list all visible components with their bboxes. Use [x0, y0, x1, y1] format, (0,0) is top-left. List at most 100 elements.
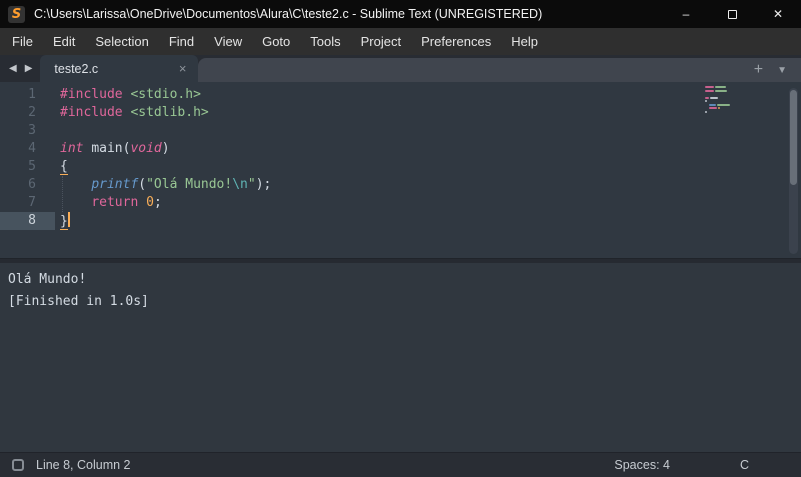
maximize-icon: [728, 10, 737, 19]
code-token: <stdio.h>: [130, 87, 200, 102]
minimap-mark: [705, 86, 714, 88]
syntax-mode[interactable]: C: [740, 458, 749, 472]
minimap-mark: [718, 107, 720, 109]
minimap-mark: [715, 86, 726, 88]
indent-setting[interactable]: Spaces: 4: [614, 458, 670, 472]
code-token: int: [60, 141, 83, 156]
menu-item-edit[interactable]: Edit: [43, 30, 85, 53]
code-token: );: [256, 177, 272, 192]
menu-item-project[interactable]: Project: [351, 30, 411, 53]
code-line[interactable]: 6 printf("Olá Mundo!\n");: [0, 176, 801, 194]
text-caret: [68, 212, 70, 227]
minimap[interactable]: [705, 86, 743, 114]
minimize-button[interactable]: –: [663, 0, 709, 28]
scrollbar-thumb[interactable]: [790, 90, 797, 185]
line-code: {: [55, 158, 68, 176]
code-token: ;: [154, 195, 162, 210]
tab-nav-arrows: ◀ ▶: [0, 55, 40, 82]
code-line[interactable]: 4int main(void): [0, 140, 801, 158]
menu-item-tools[interactable]: Tools: [300, 30, 350, 53]
indent-guide: [62, 176, 63, 212]
tab-overflow-icon[interactable]: ▼: [777, 65, 787, 76]
close-icon: ✕: [773, 7, 783, 21]
code-token: [138, 195, 146, 210]
code-token: \n: [232, 177, 248, 192]
minimap-row: [705, 86, 743, 88]
code-line[interactable]: 7 return 0;: [0, 194, 801, 212]
minimap-row: [705, 93, 743, 95]
line-number: 6: [0, 176, 55, 194]
line-number: 7: [0, 194, 55, 212]
status-bar: Line 8, Column 2 Spaces: 4 C: [0, 452, 801, 477]
menu-item-preferences[interactable]: Preferences: [411, 30, 501, 53]
menu-item-selection[interactable]: Selection: [85, 30, 158, 53]
sublime-logo-icon: S: [8, 6, 25, 23]
line-code: return 0;: [55, 194, 162, 212]
code-line[interactable]: 1#include <stdio.h>: [0, 86, 801, 104]
scrollbar-track[interactable]: [789, 88, 798, 254]
line-number: 5: [0, 158, 55, 176]
code-token: <stdlib.h>: [130, 105, 208, 120]
menu-item-view[interactable]: View: [204, 30, 252, 53]
code-lines: 1#include <stdio.h>2#include <stdlib.h>3…: [0, 82, 801, 230]
back-icon[interactable]: ◀: [7, 61, 19, 76]
title-bar: S C:\Users\Larissa\OneDrive\Documentos\A…: [0, 0, 801, 28]
code-line[interactable]: 8}: [0, 212, 801, 230]
code-token: main: [91, 141, 122, 156]
menu-item-goto[interactable]: Goto: [252, 30, 300, 53]
menu-item-help[interactable]: Help: [501, 30, 548, 53]
line-number: 2: [0, 104, 55, 122]
code-token: [60, 195, 91, 210]
minimap-row: [705, 97, 743, 99]
minimap-row: [705, 100, 743, 102]
editor-pane[interactable]: 1#include <stdio.h>2#include <stdlib.h>3…: [0, 82, 801, 258]
line-number: 4: [0, 140, 55, 158]
line-code: #include <stdio.h>: [55, 86, 201, 104]
minimap-mark: [717, 104, 730, 106]
tab-bar-fill: + ▼: [198, 58, 801, 82]
code-token: void: [130, 141, 161, 156]
code-token: #include: [60, 105, 130, 120]
minimap-mark: [710, 97, 718, 99]
line-code: #include <stdlib.h>: [55, 104, 209, 122]
tab-close-icon[interactable]: ×: [177, 61, 189, 76]
menu-item-file[interactable]: File: [2, 30, 43, 53]
menu-item-find[interactable]: Find: [159, 30, 204, 53]
minimap-row: [705, 111, 743, 113]
code-token: #include: [60, 87, 130, 102]
minimap-mark: [705, 100, 707, 102]
tab-teste2c[interactable]: teste2.c ×: [40, 55, 198, 82]
minimize-icon: –: [683, 7, 690, 21]
code-token: [60, 177, 91, 192]
code-token: printf: [91, 177, 138, 192]
minimap-mark: [709, 104, 716, 106]
line-number: 1: [0, 86, 55, 104]
menu-bar: FileEditSelectionFindViewGotoToolsProjec…: [0, 28, 801, 55]
output-line: [Finished in 1.0s]: [8, 291, 801, 313]
maximize-button[interactable]: [709, 0, 755, 28]
window-controls: – ✕: [663, 0, 801, 28]
minimap-row: [705, 104, 743, 106]
code-token: ": [248, 177, 256, 192]
code-token: }: [60, 214, 68, 230]
tab-bar: ◀ ▶ teste2.c × + ▼: [0, 55, 801, 82]
minimap-mark: [705, 90, 714, 92]
minimap-row: [705, 107, 743, 109]
minimap-mark: [715, 90, 727, 92]
code-token: {: [60, 159, 68, 175]
code-line[interactable]: 2#include <stdlib.h>: [0, 104, 801, 122]
status-square-icon[interactable]: [12, 459, 24, 471]
output-line: Olá Mundo!: [8, 269, 801, 291]
build-output-panel[interactable]: Olá Mundo![Finished in 1.0s]: [0, 263, 801, 452]
close-button[interactable]: ✕: [755, 0, 801, 28]
code-line[interactable]: 3: [0, 122, 801, 140]
new-tab-button[interactable]: +: [754, 62, 763, 78]
forward-icon[interactable]: ▶: [23, 61, 35, 76]
minimap-mark: [705, 111, 707, 113]
code-token: return: [91, 195, 138, 210]
code-line[interactable]: 5{: [0, 158, 801, 176]
cursor-position: Line 8, Column 2: [36, 458, 614, 472]
line-code: int main(void): [55, 140, 170, 158]
minimap-mark: [709, 107, 717, 109]
line-number: 3: [0, 122, 55, 140]
